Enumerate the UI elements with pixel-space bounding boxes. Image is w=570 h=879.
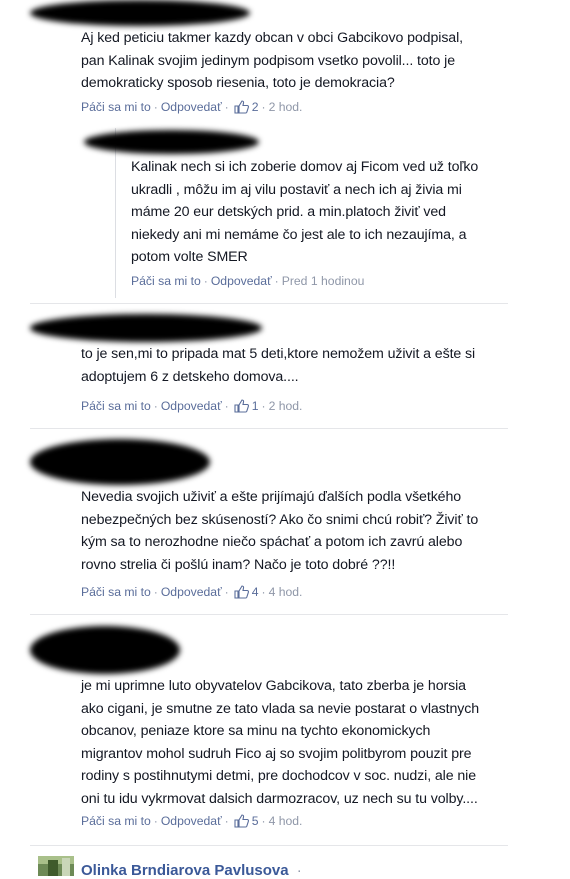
comment-text: Nevedia svojich uživiť a ešte prijímajú … bbox=[81, 486, 551, 576]
thumbs-up-icon[interactable] bbox=[234, 585, 250, 599]
separator-dot: · bbox=[261, 399, 266, 413]
comment-line: Kalinak nech si ich zoberie domov aj Fic… bbox=[131, 159, 479, 175]
separator-dot: · bbox=[296, 862, 302, 879]
comment-actions: Páči sa mi to · Odpovedať · 2 · 2 hod. bbox=[81, 99, 302, 115]
profile-picture[interactable] bbox=[38, 856, 74, 876]
comment-divider bbox=[30, 614, 508, 615]
comment-line: ukradli , môžu im aj vilu postaviť a nec… bbox=[131, 181, 462, 198]
separator-dot: · bbox=[224, 399, 229, 413]
comment-line: pan Kalinak svojim jedinym podpisom vset… bbox=[81, 52, 455, 69]
comment-divider bbox=[30, 428, 508, 429]
timestamp[interactable]: 4 hod. bbox=[269, 814, 303, 828]
author-name[interactable]: Olinka Brndiarova Pavlusova · bbox=[81, 862, 302, 879]
redacted-author-name bbox=[30, 0, 250, 26]
comment-line: Aj ked peticiu takmer kazdy obcan v obci… bbox=[81, 30, 463, 46]
timestamp[interactable]: Pred 1 hodinou bbox=[282, 274, 365, 288]
separator-dot: · bbox=[224, 585, 229, 599]
reply-link[interactable]: Odpovedať bbox=[161, 585, 222, 599]
comment-text: je mi uprimne luto obyvatelov Gabcikova,… bbox=[81, 675, 551, 810]
comment-line: niekedy ani mi nemáme čo jest ale to ich… bbox=[131, 226, 467, 243]
separator-dot: · bbox=[224, 814, 229, 828]
like-link[interactable]: Páči sa mi to bbox=[131, 274, 201, 288]
redacted-reply-avatar bbox=[84, 130, 259, 154]
reply-link[interactable]: Odpovedať bbox=[211, 274, 272, 288]
comment-line: to je sen,mi to pripada mat 5 deti,ktore… bbox=[81, 346, 476, 362]
comment-divider bbox=[30, 845, 508, 846]
reply-link[interactable]: Odpovedať bbox=[161, 399, 222, 413]
comment-line: máme 20 eur detských prid. a min.platoch… bbox=[131, 204, 446, 220]
separator-dot: · bbox=[153, 585, 158, 599]
reply-thread-line bbox=[115, 128, 116, 298]
thumbs-up-icon[interactable] bbox=[234, 814, 250, 828]
like-count[interactable]: 2 bbox=[252, 100, 259, 114]
separator-dot: · bbox=[153, 100, 158, 114]
like-link[interactable]: Páči sa mi to bbox=[81, 814, 151, 828]
like-count[interactable]: 5 bbox=[252, 814, 259, 828]
comment-actions: Páči sa mi to · Odpovedať · 1 · 2 hod. bbox=[81, 398, 302, 414]
comment-line: kým sa to nerozhodne niečo spáchať a pot… bbox=[81, 534, 463, 550]
reply-actions: Páči sa mi to · Odpovedať · Pred 1 hodin… bbox=[131, 273, 364, 289]
comment-line: migrantov mohol sudruh Fico aj so svojim… bbox=[81, 745, 472, 762]
separator-dot: · bbox=[153, 399, 158, 413]
redacted-author-name bbox=[30, 314, 262, 342]
separator-dot: · bbox=[203, 274, 208, 288]
timestamp[interactable]: 4 hod. bbox=[269, 585, 303, 599]
comment-line: obcanov, peniaze ktore sa minu na tychto… bbox=[81, 723, 431, 739]
comment-actions: Páči sa mi to · Odpovedať · 4 · 4 hod. bbox=[81, 584, 302, 600]
timestamp[interactable]: 2 hod. bbox=[269, 100, 303, 114]
comment-line: demokraticky sposob riesenia, toto je de… bbox=[81, 75, 395, 91]
comment-line: rodiny s postihnutymi detmi, pre dochodc… bbox=[81, 768, 477, 784]
separator-dot: · bbox=[153, 814, 158, 828]
comment-line: adoptujem 6 z detskeho domova.... bbox=[81, 368, 299, 385]
comment-line: je mi uprimne luto obyvatelov Gabcikova,… bbox=[81, 678, 466, 694]
separator-dot: · bbox=[261, 585, 266, 599]
comment-line: nebezpečných bez skúseností? Ako čo snim… bbox=[81, 511, 479, 528]
like-count[interactable]: 1 bbox=[252, 399, 259, 413]
comment-line: oni tu idu vykrmovat dalsich darmozracov… bbox=[81, 790, 478, 807]
reply-text: Kalinak nech si ich zoberie domov aj Fic… bbox=[131, 156, 551, 269]
like-count[interactable]: 4 bbox=[252, 585, 259, 599]
comment-text: to je sen,mi to pripada mat 5 deti,ktore… bbox=[81, 343, 551, 388]
comment-line: rovno strelia či pošlú inam? Načo je tot… bbox=[81, 556, 396, 573]
comment-divider bbox=[30, 303, 508, 304]
comment-actions: Páči sa mi to · Odpovedať · 5 · 4 hod. bbox=[81, 813, 302, 829]
comment-line: potom volte SMER bbox=[131, 249, 248, 265]
separator-dot: · bbox=[261, 814, 266, 828]
comment-line: Nevedia svojich uživiť a ešte prijímajú … bbox=[81, 489, 462, 505]
like-link[interactable]: Páči sa mi to bbox=[81, 100, 151, 114]
reply-link[interactable]: Odpovedať bbox=[161, 814, 222, 828]
thumbs-up-icon[interactable] bbox=[234, 399, 250, 413]
like-link[interactable]: Páči sa mi to bbox=[81, 585, 151, 599]
like-link[interactable]: Páči sa mi to bbox=[81, 399, 151, 413]
timestamp[interactable]: 2 hod. bbox=[269, 399, 303, 413]
thumbs-up-icon[interactable] bbox=[234, 100, 250, 114]
comment-text: Aj ked peticiu takmer kazdy obcan v obci… bbox=[81, 27, 551, 95]
redacted-author-name bbox=[30, 439, 210, 485]
separator-dot: · bbox=[261, 100, 266, 114]
redacted-author-name bbox=[30, 626, 180, 674]
reply-link[interactable]: Odpovedať bbox=[161, 100, 222, 114]
author-name-text[interactable]: Olinka Brndiarova Pavlusova bbox=[81, 862, 289, 879]
separator-dot: · bbox=[274, 274, 279, 288]
comment-line: ako cigani, je smutne ze tato vlada sa n… bbox=[81, 700, 480, 717]
separator-dot: · bbox=[224, 100, 229, 114]
